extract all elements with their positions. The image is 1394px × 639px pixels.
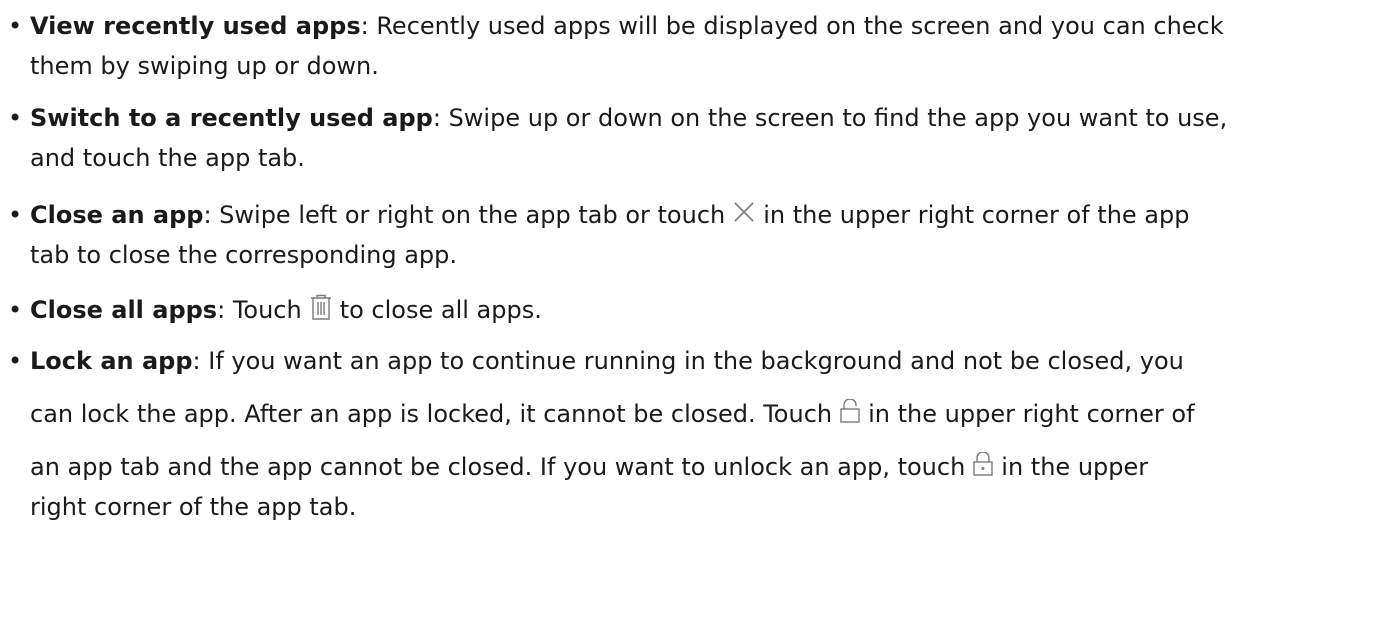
item-text: in the upper	[1001, 453, 1149, 481]
item-text: Recently used apps will be displayed on …	[368, 12, 1224, 40]
item-term: Lock an app	[30, 347, 193, 375]
bullet: •	[8, 296, 23, 324]
item-text: in the upper right corner of	[868, 400, 1195, 428]
bullet: •	[8, 347, 23, 375]
item-text: If you want an app to continue running i…	[200, 347, 1184, 375]
list-item-close-app: • Close an app: Swipe left or right on th…	[8, 195, 1378, 275]
trash-icon	[310, 294, 332, 320]
close-x-icon	[733, 201, 755, 223]
item-term: Switch to a recently used app	[30, 104, 433, 132]
list-item-switch-recent-app: • Switch to a recently used app: Swipe up…	[8, 98, 1378, 178]
bullet: •	[8, 12, 23, 40]
item-text: right corner of the app tab.	[30, 493, 357, 521]
item-text: Swipe up or down on the screen to find t…	[440, 104, 1228, 132]
list-item-view-recent-apps: • View recently used apps: Recently used …	[8, 6, 1378, 86]
instruction-document: • View recently used apps: Recently used …	[0, 0, 1394, 639]
item-text: Touch	[225, 296, 302, 324]
item-text: to close all apps.	[339, 296, 542, 324]
item-text: in the upper right corner of the app	[763, 201, 1190, 229]
bullet: •	[8, 104, 23, 132]
unlocked-padlock-icon	[840, 399, 860, 423]
item-text: tab to close the corresponding app.	[30, 241, 458, 269]
item-term: View recently used apps	[30, 12, 361, 40]
list-item-close-all-apps: • Close all apps: Touch to close all apps.	[8, 290, 1378, 330]
item-text: an app tab and the app cannot be closed.…	[30, 453, 966, 481]
item-term: Close an app	[30, 201, 204, 229]
locked-padlock-icon	[973, 452, 993, 476]
item-text: them by swiping up or down.	[30, 52, 379, 80]
item-text: and touch the app tab.	[30, 144, 305, 172]
item-term: Close all apps	[30, 296, 218, 324]
list-item-lock-app: • Lock an app: If you want an app to cont…	[8, 341, 1378, 527]
bullet: •	[8, 201, 23, 229]
item-text: can lock the app. After an app is locked…	[30, 400, 833, 428]
item-text: Swipe left or right on the app tab or to…	[211, 201, 726, 229]
